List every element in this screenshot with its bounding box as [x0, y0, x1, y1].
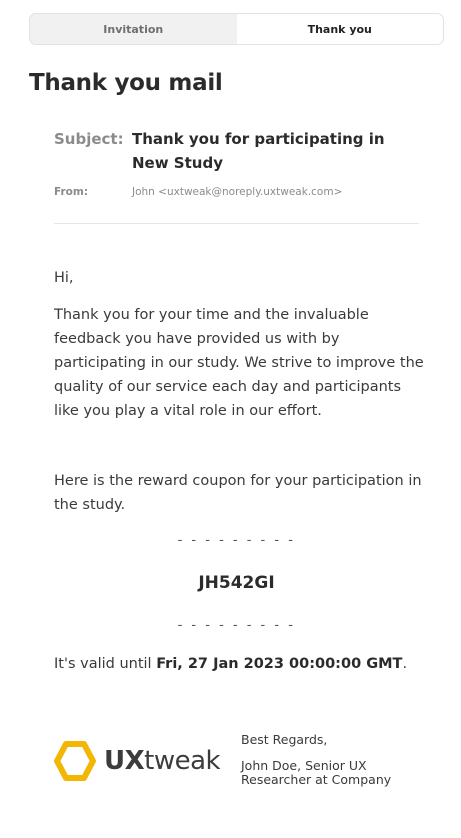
validity-prefix: It's valid until — [54, 656, 157, 672]
validity-suffix: . — [402, 656, 408, 672]
from-value: John <uxtweak@noreply.uxtweak.com> — [132, 186, 343, 198]
mail-header: Subject: Thank you for participating in … — [54, 127, 419, 199]
logo-wordmark: UXtweak — [104, 746, 221, 776]
signature-regards: Best Regards, — [241, 732, 328, 747]
from-row: From: John <uxtweak@noreply.uxtweak.com> — [54, 185, 419, 199]
from-label: From: — [54, 186, 89, 198]
subject-label: Subject: — [54, 130, 124, 148]
thank-you-paragraph: Thank you for your time and the invaluab… — [54, 307, 424, 419]
subject-value: Thank you for participating in New Study — [132, 130, 385, 172]
mail-tabs: Invitation Thank you — [29, 13, 444, 45]
uxtweak-logo: UXtweak — [54, 740, 221, 782]
reward-paragraph: Here is the reward coupon for your parti… — [54, 473, 422, 513]
coupon-divider-bottom: - - - - - - - - - — [177, 618, 296, 633]
signature-name: John Doe, Senior UX Researcher at Compan… — [241, 758, 392, 787]
header-divider — [54, 223, 419, 224]
page-title: Thank you mail — [29, 70, 223, 96]
hexagon-logo-icon — [54, 741, 96, 781]
logo-tweak: tweak — [144, 746, 221, 776]
greeting: Hi, — [54, 270, 74, 286]
signature: Best Regards, John Doe, Senior UX Resear… — [241, 731, 411, 787]
tab-thank-you[interactable]: Thank you — [236, 14, 443, 44]
coupon-code: JH542GI — [198, 573, 275, 593]
coupon-divider-top: - - - - - - - - - — [177, 533, 296, 548]
subject-row: Subject: Thank you for participating in … — [54, 127, 419, 175]
validity-date: Fri, 27 Jan 2023 00:00:00 GMT — [156, 656, 403, 672]
tab-invitation[interactable]: Invitation — [30, 14, 237, 44]
logo-ux: UX — [104, 746, 145, 776]
validity-text: It's valid until Fri, 27 Jan 2023 00:00:… — [54, 652, 434, 676]
